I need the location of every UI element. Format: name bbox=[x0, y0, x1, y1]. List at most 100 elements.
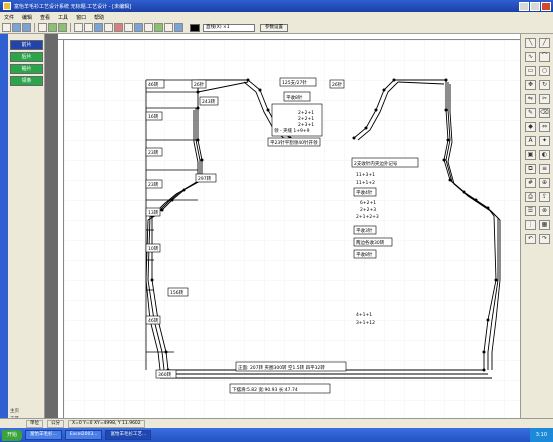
label-right-note: 2支收针内夹边外记号 bbox=[354, 160, 398, 167]
label-left-width: 243转 bbox=[202, 98, 216, 105]
line-color-swatch[interactable] bbox=[190, 23, 200, 32]
zoom-in-icon[interactable] bbox=[74, 23, 83, 32]
color-tool-icon[interactable]: ◐ bbox=[539, 150, 550, 160]
parameter-settings-button[interactable]: 参数设置 bbox=[260, 23, 288, 32]
drawing-canvas[interactable]: 46转 26针 243转 125支/27针 平收8针 2+2+1 2+2+1 2… bbox=[64, 40, 520, 420]
left-panel-home-label: 主页 bbox=[10, 409, 19, 414]
system-clock: 3:10 bbox=[529, 428, 553, 442]
pattern-icon[interactable] bbox=[154, 23, 163, 32]
open-file-icon[interactable] bbox=[12, 23, 21, 32]
menu-help[interactable]: 帮助 bbox=[94, 14, 104, 21]
menu-bar: 文件 编辑 查看 工具 窗口 帮助 bbox=[0, 12, 553, 22]
piece-back[interactable]: 后片 bbox=[10, 52, 43, 62]
pen-tool-icon[interactable]: ✎ bbox=[525, 108, 536, 118]
export-icon[interactable] bbox=[174, 23, 183, 32]
piece-front[interactable]: 前片 bbox=[10, 40, 43, 50]
minimize-button[interactable] bbox=[519, 1, 529, 11]
new-file-icon[interactable] bbox=[2, 23, 11, 32]
undo-icon[interactable] bbox=[48, 23, 57, 32]
menu-view[interactable]: 查看 bbox=[40, 14, 50, 21]
zoom-out-icon[interactable] bbox=[84, 23, 93, 32]
label-left-top: 46转 bbox=[148, 81, 159, 88]
grid-icon[interactable] bbox=[104, 23, 113, 32]
stitch-tool-icon[interactable]: ⋮ bbox=[525, 220, 536, 230]
piece-sleeve[interactable]: 袖片 bbox=[10, 64, 43, 74]
maximize-button[interactable] bbox=[530, 1, 540, 11]
rotate-tool-icon[interactable]: ↻ bbox=[539, 80, 550, 90]
menu-edit[interactable]: 编辑 bbox=[22, 14, 32, 21]
select-icon[interactable] bbox=[124, 23, 133, 32]
toolbar-separator bbox=[70, 23, 71, 32]
fill-tool-icon[interactable]: ▣ bbox=[525, 150, 536, 160]
label-right-decrease3: 6+2+1 bbox=[360, 200, 376, 206]
zoom-tool-icon[interactable]: ⊕ bbox=[539, 178, 550, 188]
label-right-flat3: 平收3针 bbox=[356, 227, 373, 234]
status-unit-value: 公分 bbox=[47, 419, 64, 428]
window-controls bbox=[519, 1, 553, 11]
redo-tool-icon[interactable]: ↷ bbox=[539, 234, 550, 244]
undo-tool-icon[interactable]: ↶ bbox=[525, 234, 536, 244]
print-tool-icon[interactable]: ⎙ bbox=[525, 192, 536, 202]
menu-file[interactable]: 文件 bbox=[4, 14, 14, 21]
close-button[interactable] bbox=[541, 1, 551, 11]
table-tool-icon[interactable]: ▦ bbox=[539, 220, 550, 230]
garment-pattern: 46转 26针 243转 125支/27针 平收8针 2+2+1 2+2+1 2… bbox=[64, 40, 520, 420]
label-left-seg3: 23转 bbox=[148, 181, 159, 188]
move-tool-icon[interactable]: ✥ bbox=[525, 80, 536, 90]
grid-tool-icon[interactable]: # bbox=[525, 178, 536, 188]
taskbar: 开始 富怡羊毛衫... Excel2003... 富怡羊毛衫工艺... 3:10 bbox=[0, 428, 553, 442]
measure-tool-icon[interactable]: ⇔ bbox=[539, 122, 550, 132]
status-coords: X=0 Y=0 XY=4998, Y 11.9602 bbox=[68, 419, 145, 428]
redo-icon[interactable] bbox=[58, 23, 67, 32]
label-left-bottom: 360转 bbox=[158, 371, 172, 378]
line-style-select[interactable]: 直线(X) ×1 bbox=[203, 23, 255, 32]
circle-tool-icon[interactable]: ○ bbox=[539, 66, 550, 76]
label-collar-decrease: 领 - 夹缝 1+9+9 bbox=[274, 127, 310, 134]
export-tool-icon[interactable]: ⇪ bbox=[539, 192, 550, 202]
menu-window[interactable]: 窗口 bbox=[76, 14, 86, 21]
label-collar-note1: 2+2+1 bbox=[298, 110, 314, 116]
taskbar-item-1[interactable]: 富怡羊毛衫... bbox=[25, 430, 62, 440]
eraser-tool-icon[interactable]: ⌫ bbox=[539, 108, 550, 118]
title-bar: 富怡羊毛衫工艺设计系统 无标题.工艺设计 - [未编辑] bbox=[0, 0, 553, 12]
menu-tools[interactable]: 工具 bbox=[58, 14, 68, 21]
group-tool-icon[interactable]: ⧉ bbox=[525, 164, 536, 174]
curve-tool-icon[interactable]: ∿ bbox=[525, 52, 536, 62]
mirror-tool-icon[interactable]: ⇋ bbox=[525, 94, 536, 104]
layer-tool-icon[interactable]: ☰ bbox=[525, 206, 536, 216]
text-tool-icon[interactable]: A bbox=[525, 136, 536, 146]
fit-icon[interactable] bbox=[94, 23, 103, 32]
align-tool-icon[interactable]: ≡ bbox=[539, 164, 550, 174]
label-right-decrease1: 11+3+1 bbox=[356, 172, 375, 178]
label-right-decrease5: 2+1+2+3 bbox=[356, 214, 379, 220]
lock-tool-icon[interactable]: ⊗ bbox=[539, 206, 550, 216]
table-icon[interactable] bbox=[164, 23, 173, 32]
right-tool-panel: ╲ ╱ ∿ ⌒ ▭ ○ ✥ ↻ ⇋ ✂ ✎ ⌫ ◆ ⇔ A ✦ ▣ ◐ ⧉ ≡ … bbox=[520, 34, 553, 428]
piece-collar[interactable]: 领条 bbox=[10, 76, 43, 86]
label-right-lower1: 4+1+1 bbox=[356, 312, 372, 318]
mark-tool-icon[interactable]: ✦ bbox=[539, 136, 550, 146]
start-button[interactable]: 开始 bbox=[2, 429, 23, 441]
measure-icon[interactable] bbox=[114, 23, 123, 32]
toolbar-separator bbox=[34, 23, 35, 32]
polyline-tool-icon[interactable]: ╱ bbox=[539, 38, 550, 48]
label-armhole-left: 297转 bbox=[198, 175, 212, 182]
rect-tool-icon[interactable]: ▭ bbox=[525, 66, 536, 76]
taskbar-item-3[interactable]: 富怡羊毛衫工艺... bbox=[105, 430, 152, 440]
save-icon[interactable] bbox=[22, 23, 31, 32]
label-left-seg2: 23转 bbox=[148, 149, 159, 156]
label-shoulder-left: 26针 bbox=[194, 81, 205, 88]
cut-tool-icon[interactable]: ✂ bbox=[539, 94, 550, 104]
label-collar-bottom: 平23针平割领40针开领 bbox=[270, 139, 318, 146]
label-collar-flat: 平收8针 bbox=[286, 94, 303, 101]
taskbar-item-2[interactable]: Excel2003... bbox=[64, 430, 103, 440]
label-left-seg1: 16转 bbox=[148, 113, 159, 120]
print-icon[interactable] bbox=[38, 23, 47, 32]
node-tool-icon[interactable]: ◆ bbox=[525, 122, 536, 132]
layer-icon[interactable] bbox=[134, 23, 143, 32]
arc-tool-icon[interactable]: ⌒ bbox=[539, 52, 550, 62]
label-right-flat4: 平收8针 bbox=[356, 251, 373, 258]
line-tool-icon[interactable]: ╲ bbox=[525, 38, 536, 48]
text-icon[interactable] bbox=[144, 23, 153, 32]
left-panel: 前片 后片 袖片 领条 主页 工艺 bbox=[0, 34, 45, 428]
